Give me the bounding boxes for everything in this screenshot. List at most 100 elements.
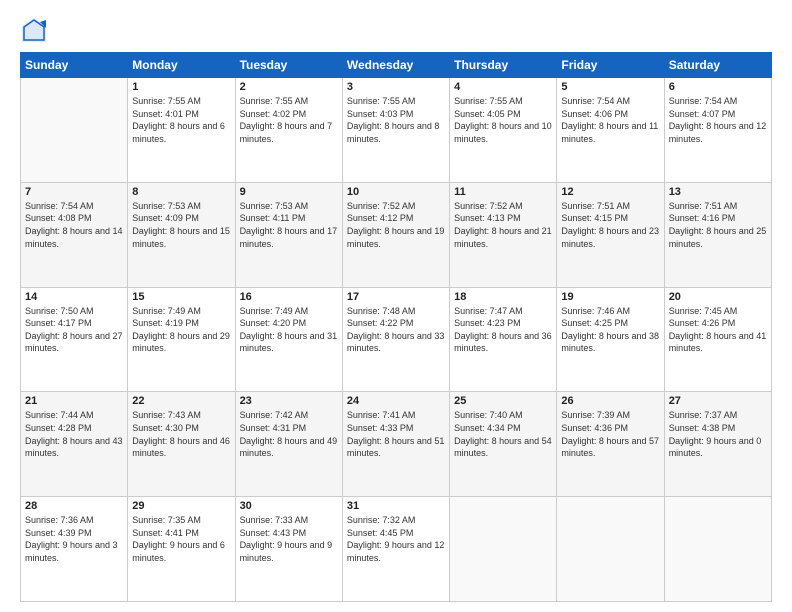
day-number: 15 [132,291,230,303]
weekday-header-friday: Friday [557,53,664,78]
calendar-cell: 24 Sunrise: 7:41 AMSunset: 4:33 PMDayligh… [342,392,449,497]
weekday-header-sunday: Sunday [21,53,128,78]
day-number: 23 [240,395,338,407]
day-number: 26 [561,395,659,407]
day-info: Sunrise: 7:42 AMSunset: 4:31 PMDaylight:… [240,409,338,459]
day-info: Sunrise: 7:51 AMSunset: 4:15 PMDaylight:… [561,200,659,250]
week-row-1: 7 Sunrise: 7:54 AMSunset: 4:08 PMDaylight… [21,182,772,287]
calendar-cell: 20 Sunrise: 7:45 AMSunset: 4:26 PMDayligh… [664,287,771,392]
day-info: Sunrise: 7:32 AMSunset: 4:45 PMDaylight:… [347,514,445,564]
calendar-cell: 8Sunrise: 7:53 AMSunset: 4:09 PMDaylight… [128,182,235,287]
day-number: 1 [132,81,230,93]
weekday-header-saturday: Saturday [664,53,771,78]
weekday-header-wednesday: Wednesday [342,53,449,78]
day-number: 10 [347,186,445,198]
header [20,16,772,44]
calendar-cell: 6 Sunrise: 7:54 AMSunset: 4:07 PMDaylight… [664,78,771,183]
calendar-table: SundayMondayTuesdayWednesdayThursdayFrid… [20,52,772,602]
day-number: 14 [25,291,123,303]
calendar-cell: 9Sunrise: 7:53 AMSunset: 4:11 PMDaylight… [235,182,342,287]
calendar-cell: 19 Sunrise: 7:46 AMSunset: 4:25 PMDayligh… [557,287,664,392]
day-number: 30 [240,500,338,512]
day-number: 18 [454,291,552,303]
calendar-cell: 14 Sunrise: 7:50 AMSunset: 4:17 PMDayligh… [21,287,128,392]
day-number: 2 [240,81,338,93]
day-number: 31 [347,500,445,512]
day-info: Sunrise: 7:49 AMSunset: 4:20 PMDaylight:… [240,305,338,355]
calendar-cell: 23 Sunrise: 7:42 AMSunset: 4:31 PMDayligh… [235,392,342,497]
day-info: Sunrise: 7:55 AMSunset: 4:02 PMDaylight:… [240,95,338,145]
day-number: 16 [240,291,338,303]
day-info: Sunrise: 7:47 AMSunset: 4:23 PMDaylight:… [454,305,552,355]
day-info: Sunrise: 7:52 AMSunset: 4:12 PMDaylight:… [347,200,445,250]
day-info: Sunrise: 7:33 AMSunset: 4:43 PMDaylight:… [240,514,338,564]
day-info: Sunrise: 7:49 AMSunset: 4:19 PMDaylight:… [132,305,230,355]
calendar-cell: 4 Sunrise: 7:55 AMSunset: 4:05 PMDaylight… [450,78,557,183]
weekday-header-thursday: Thursday [450,53,557,78]
day-info: Sunrise: 7:55 AMSunset: 4:03 PMDaylight:… [347,95,445,145]
day-number: 28 [25,500,123,512]
day-info: Sunrise: 7:54 AMSunset: 4:07 PMDaylight:… [669,95,767,145]
calendar-cell [557,497,664,602]
day-number: 29 [132,500,230,512]
day-info: Sunrise: 7:36 AMSunset: 4:39 PMDaylight:… [25,514,123,564]
calendar-cell: 22Sunrise: 7:43 AMSunset: 4:30 PMDayligh… [128,392,235,497]
weekday-header-monday: Monday [128,53,235,78]
day-number: 8 [132,186,230,198]
week-row-0: 1 Sunrise: 7:55 AMSunset: 4:01 PMDaylight… [21,78,772,183]
day-info: Sunrise: 7:54 AMSunset: 4:08 PMDaylight:… [25,200,123,250]
calendar-cell: 27 Sunrise: 7:37 AMSunset: 4:38 PMDayligh… [664,392,771,497]
day-number: 6 [669,81,767,93]
day-number: 13 [669,186,767,198]
page: SundayMondayTuesdayWednesdayThursdayFrid… [0,0,792,612]
day-info: Sunrise: 7:51 AMSunset: 4:16 PMDaylight:… [669,200,767,250]
weekday-header-tuesday: Tuesday [235,53,342,78]
day-number: 4 [454,81,552,93]
calendar-cell: 1 Sunrise: 7:55 AMSunset: 4:01 PMDaylight… [128,78,235,183]
day-number: 24 [347,395,445,407]
day-info: Sunrise: 7:53 AMSunset: 4:11 PMDaylight:… [240,200,338,250]
day-number: 22 [132,395,230,407]
calendar-cell: 12Sunrise: 7:51 AMSunset: 4:15 PMDayligh… [557,182,664,287]
day-info: Sunrise: 7:37 AMSunset: 4:38 PMDaylight:… [669,409,767,459]
day-info: Sunrise: 7:46 AMSunset: 4:25 PMDaylight:… [561,305,659,355]
calendar-cell [450,497,557,602]
day-number: 11 [454,186,552,198]
day-info: Sunrise: 7:52 AMSunset: 4:13 PMDaylight:… [454,200,552,250]
calendar-cell: 5Sunrise: 7:54 AMSunset: 4:06 PMDaylight… [557,78,664,183]
week-row-2: 14 Sunrise: 7:50 AMSunset: 4:17 PMDayligh… [21,287,772,392]
calendar-cell: 21Sunrise: 7:44 AMSunset: 4:28 PMDayligh… [21,392,128,497]
weekday-header-row: SundayMondayTuesdayWednesdayThursdayFrid… [21,53,772,78]
calendar-cell: 3 Sunrise: 7:55 AMSunset: 4:03 PMDaylight… [342,78,449,183]
week-row-4: 28 Sunrise: 7:36 AMSunset: 4:39 PMDayligh… [21,497,772,602]
day-info: Sunrise: 7:40 AMSunset: 4:34 PMDaylight:… [454,409,552,459]
logo [20,16,52,44]
day-number: 27 [669,395,767,407]
day-number: 3 [347,81,445,93]
calendar-cell: 15 Sunrise: 7:49 AMSunset: 4:19 PMDayligh… [128,287,235,392]
calendar-cell: 2 Sunrise: 7:55 AMSunset: 4:02 PMDaylight… [235,78,342,183]
day-number: 21 [25,395,123,407]
calendar-cell: 16 Sunrise: 7:49 AMSunset: 4:20 PMDayligh… [235,287,342,392]
day-info: Sunrise: 7:55 AMSunset: 4:05 PMDaylight:… [454,95,552,145]
day-info: Sunrise: 7:45 AMSunset: 4:26 PMDaylight:… [669,305,767,355]
calendar-cell: 26Sunrise: 7:39 AMSunset: 4:36 PMDayligh… [557,392,664,497]
calendar-cell: 25 Sunrise: 7:40 AMSunset: 4:34 PMDayligh… [450,392,557,497]
day-number: 7 [25,186,123,198]
day-number: 20 [669,291,767,303]
day-info: Sunrise: 7:35 AMSunset: 4:41 PMDaylight:… [132,514,230,564]
day-number: 17 [347,291,445,303]
day-info: Sunrise: 7:55 AMSunset: 4:01 PMDaylight:… [132,95,230,145]
day-info: Sunrise: 7:41 AMSunset: 4:33 PMDaylight:… [347,409,445,459]
day-number: 5 [561,81,659,93]
logo-icon [20,16,48,44]
calendar-cell: 13 Sunrise: 7:51 AMSunset: 4:16 PMDayligh… [664,182,771,287]
day-info: Sunrise: 7:48 AMSunset: 4:22 PMDaylight:… [347,305,445,355]
day-number: 25 [454,395,552,407]
day-info: Sunrise: 7:50 AMSunset: 4:17 PMDaylight:… [25,305,123,355]
day-number: 19 [561,291,659,303]
calendar-cell: 29 Sunrise: 7:35 AMSunset: 4:41 PMDayligh… [128,497,235,602]
calendar-cell: 31 Sunrise: 7:32 AMSunset: 4:45 PMDayligh… [342,497,449,602]
calendar-cell: 28 Sunrise: 7:36 AMSunset: 4:39 PMDayligh… [21,497,128,602]
week-row-3: 21Sunrise: 7:44 AMSunset: 4:28 PMDayligh… [21,392,772,497]
